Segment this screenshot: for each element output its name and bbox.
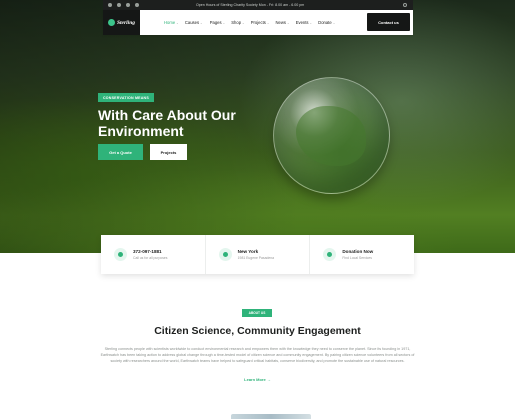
location-icon [218, 248, 232, 261]
nav-item-donate[interactable]: Donate ⌄ [318, 20, 335, 25]
logo-text: Sterling [116, 19, 136, 26]
nav-item-label: Causes [184, 20, 200, 25]
nav-item-causes[interactable]: Causes ⌄ [185, 20, 203, 25]
nav-item-label: Projects [250, 20, 266, 25]
nav-item-label: Home [164, 20, 176, 25]
info-location[interactable]: New York 1981 Eugene Pasadena [204, 235, 310, 274]
about-text: Sterling connects people with scientists… [100, 347, 415, 363]
instagram-icon[interactable] [135, 3, 139, 7]
info-title: 372-097-1881 [133, 249, 162, 254]
info-subtitle: Call us for all purposes [133, 256, 168, 260]
chevron-down-icon: ⌄ [309, 20, 313, 25]
navbar: Sterling Home ⌄ Causes ⌄ Pages ⌄ Shop ⌄ … [103, 10, 413, 35]
twitter-icon[interactable] [117, 3, 121, 7]
nav-item-pages[interactable]: Pages ⌄ [210, 20, 226, 25]
get-a-quote-button[interactable]: Get a Quote [98, 144, 143, 160]
chevron-down-icon: ⌄ [266, 20, 270, 25]
hero-headline: With Care About Our Environment [98, 107, 236, 139]
top-bar: Open Hours of Sterling Charity Society M… [103, 0, 413, 10]
logo-mark-icon [107, 19, 115, 26]
projects-button[interactable]: Projects [150, 144, 187, 160]
facebook-icon[interactable] [108, 3, 112, 7]
search-icon[interactable] [403, 3, 407, 7]
chevron-down-icon: ⌄ [176, 20, 179, 25]
info-title: New York [237, 249, 259, 254]
info-subtitle: Find Local Services [342, 256, 372, 260]
about-badge: ABOUT US [242, 309, 272, 317]
social-links [108, 3, 139, 7]
nav-item-label: Shop [231, 20, 242, 25]
nav-item-shop[interactable]: Shop ⌄ [231, 20, 244, 25]
main-nav: Home ⌄ Causes ⌄ Pages ⌄ Shop ⌄ Projects … [164, 20, 335, 25]
nav-item-label: News [275, 20, 287, 25]
donation-icon [323, 248, 337, 261]
nav-item-news[interactable]: News ⌄ [276, 20, 290, 25]
logo[interactable]: Sterling [103, 10, 140, 35]
glass-globe-image [273, 77, 390, 194]
nav-item-label: Events [295, 20, 309, 25]
nav-item-projects[interactable]: Projects ⌄ [251, 20, 270, 25]
contact-us-button[interactable]: Contact us [367, 13, 410, 31]
chevron-down-icon: ⌄ [332, 20, 336, 25]
chevron-down-icon: ⌄ [242, 20, 245, 25]
nav-item-home[interactable]: Home ⌄ [164, 20, 179, 25]
about-title: Citizen Science, Community Engagement [154, 325, 361, 337]
info-phone[interactable]: 372-097-1881 Call us for all purposes [101, 235, 205, 274]
open-hours-text: Open Hours of Sterling Charity Society M… [196, 3, 305, 7]
info-subtitle: 1981 Eugene Pasadena [237, 256, 275, 260]
info-title: Donation Now [342, 249, 374, 254]
nav-item-label: Donate [318, 20, 332, 25]
phone-icon [114, 248, 127, 261]
page: Open Hours of Sterling Charity Society M… [0, 0, 515, 419]
linkedin-icon[interactable] [126, 3, 130, 7]
nav-item-label: Pages [209, 20, 222, 25]
info-donation[interactable]: Donation Now Find Local Services [309, 235, 414, 274]
globe-land-shape [296, 106, 366, 166]
nav-item-events[interactable]: Events ⌄ [296, 20, 312, 25]
learn-more-link[interactable]: Learn More → [230, 377, 285, 382]
bottom-image [231, 414, 311, 419]
chevron-down-icon: ⌄ [200, 20, 203, 25]
chevron-down-icon: ⌄ [287, 20, 290, 25]
chevron-down-icon: ⌄ [222, 20, 226, 25]
info-card: 372-097-1881 Call us for all purposes Ne… [101, 235, 414, 274]
hero-badge: CONSERVATION MEANS [98, 93, 154, 102]
